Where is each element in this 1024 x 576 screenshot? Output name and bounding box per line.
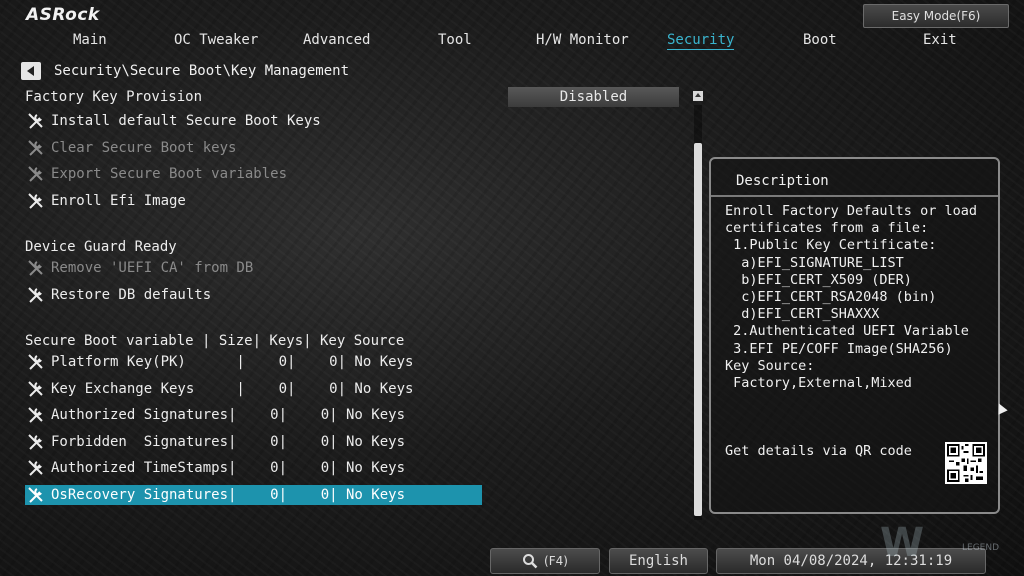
wrench-screwdriver-icon [28, 460, 43, 476]
variable-row-osrecovery-signatures[interactable]: OsRecovery Signatures| 0| 0| No Keys [25, 485, 482, 505]
description-header: Description [711, 159, 998, 197]
menu-exit[interactable]: Exit [923, 32, 957, 48]
wrench-screwdriver-icon [28, 113, 43, 129]
clear-keys-label: Clear Secure Boot keys [51, 140, 237, 156]
menu-advanced[interactable]: Advanced [303, 32, 370, 48]
search-shortcut-label: (F4) [544, 554, 568, 568]
menu-oc-tweaker[interactable]: OC Tweaker [174, 32, 258, 48]
menu-main[interactable]: Main [73, 32, 107, 48]
restore-db-defaults-row[interactable]: Restore DB defaults [25, 285, 482, 305]
wrench-screwdriver-icon [28, 487, 43, 503]
enroll-efi-image-row[interactable]: Enroll Efi Image [25, 191, 482, 211]
breadcrumb: Security\Secure Boot\Key Management [54, 63, 350, 79]
factory-key-provision-label: Factory Key Provision [25, 89, 203, 105]
wrench-screwdriver-icon [28, 140, 43, 156]
wrench-screwdriver-icon [28, 166, 43, 182]
remove-uefi-ca-row[interactable]: Remove 'UEFI CA' from DB [25, 258, 482, 278]
menu-hw-monitor[interactable]: H/W Monitor [536, 32, 629, 48]
wrench-screwdriver-icon [28, 193, 43, 209]
description-body: Enroll Factory Defaults or load certific… [725, 203, 977, 392]
datetime-display: Mon 04/08/2024, 12:31:19 [716, 548, 986, 574]
enroll-efi-image-label: Enroll Efi Image [51, 193, 186, 209]
wrench-screwdriver-icon [28, 287, 43, 303]
menu-boot[interactable]: Boot [803, 32, 837, 48]
asrock-logo: ASRock [26, 5, 100, 25]
variable-label: Authorized Signatures| 0| 0| No Keys [51, 407, 406, 423]
variable-label: Forbidden Signatures| 0| 0| No Keys [51, 434, 406, 450]
search-button[interactable]: (F4) [490, 548, 600, 574]
scrollbar-thumb[interactable] [694, 143, 702, 516]
menu-security[interactable]: Security [667, 32, 735, 50]
variable-label: OsRecovery Signatures| 0| 0| No Keys [51, 487, 406, 503]
magnifier-icon [523, 554, 538, 569]
variable-row-platform-key[interactable]: Platform Key(PK) | 0| 0| No Keys [25, 352, 482, 372]
device-guard-heading: Device Guard Ready [25, 239, 177, 255]
variable-row-forbidden-signatures[interactable]: Forbidden Signatures| 0| 0| No Keys [25, 432, 482, 452]
qr-code-icon [945, 442, 987, 484]
variables-table-header: Secure Boot variable | Size| Keys| Key S… [25, 333, 405, 349]
remove-uefi-ca-label: Remove 'UEFI CA' from DB [51, 260, 254, 276]
description-panel: Description Enroll Factory Defaults or l… [709, 157, 1000, 514]
wrench-screwdriver-icon [28, 381, 43, 397]
scroll-up-arrow-icon[interactable] [693, 91, 703, 101]
qr-hint-text: Get details via QR code [725, 443, 912, 459]
install-default-keys-row[interactable]: Install default Secure Boot Keys [25, 111, 482, 131]
watermark-text: LEGEND [962, 543, 1000, 553]
wrench-screwdriver-icon [28, 407, 43, 423]
clear-keys-row[interactable]: Clear Secure Boot keys [25, 138, 482, 158]
wrench-screwdriver-icon [28, 434, 43, 450]
export-variables-label: Export Secure Boot variables [51, 166, 288, 182]
wrench-screwdriver-icon [28, 354, 43, 370]
variable-label: Platform Key(PK) | 0| 0| No Keys [51, 354, 414, 370]
variable-row-authorized-timestamps[interactable]: Authorized TimeStamps| 0| 0| No Keys [25, 458, 482, 478]
variable-row-authorized-signatures[interactable]: Authorized Signatures| 0| 0| No Keys [25, 405, 482, 425]
easy-mode-button[interactable]: Easy Mode(F6) [863, 4, 1009, 28]
wrench-screwdriver-icon [28, 260, 43, 276]
watermark-logo: W [880, 520, 924, 566]
back-arrow-icon[interactable] [21, 62, 41, 80]
factory-key-provision-select[interactable]: Disabled [508, 87, 679, 107]
variable-label: Key Exchange Keys | 0| 0| No Keys [51, 381, 414, 397]
menu-tool[interactable]: Tool [438, 32, 472, 48]
description-title: Description [736, 173, 829, 189]
install-default-keys-label: Install default Secure Boot Keys [51, 113, 321, 129]
export-variables-row[interactable]: Export Secure Boot variables [25, 164, 482, 184]
variable-row-key-exchange[interactable]: Key Exchange Keys | 0| 0| No Keys [25, 379, 482, 399]
factory-key-provision-row[interactable]: Factory Key Provision [25, 87, 482, 107]
variable-label: Authorized TimeStamps| 0| 0| No Keys [51, 460, 406, 476]
language-button[interactable]: English [609, 548, 708, 574]
restore-db-defaults-label: Restore DB defaults [51, 287, 212, 303]
